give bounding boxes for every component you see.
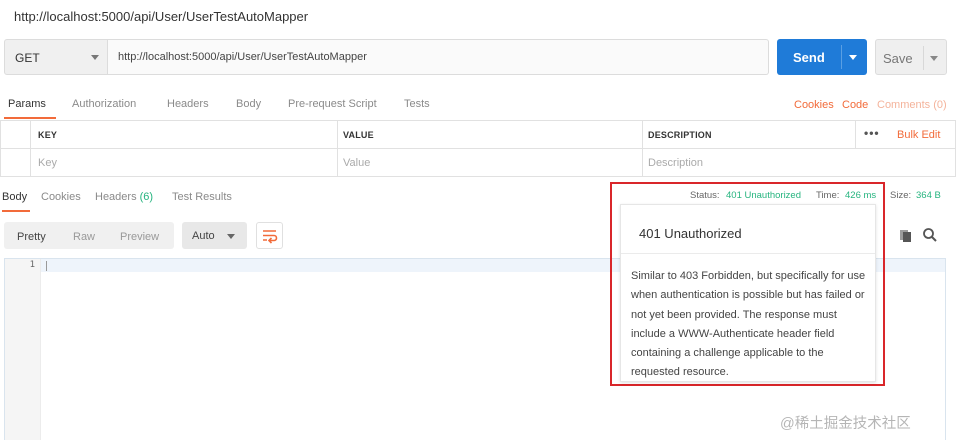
text-cursor	[46, 261, 47, 271]
response-headers-label: Headers	[95, 191, 137, 203]
value-header: VALUE	[343, 130, 374, 140]
send-divider	[841, 45, 842, 69]
value-input[interactable]: Value	[343, 157, 370, 169]
bulk-edit-link[interactable]: Bulk Edit	[897, 129, 940, 141]
format-type-dropdown[interactable]: Auto	[182, 222, 247, 249]
wrap-lines-button[interactable]	[256, 222, 283, 249]
more-options-icon[interactable]: •••	[864, 126, 880, 140]
tab-test-results[interactable]: Test Results	[172, 191, 232, 203]
save-divider	[923, 46, 924, 70]
method-dropdown[interactable]: GET	[4, 39, 108, 75]
wrap-icon	[263, 230, 278, 244]
tab-headers[interactable]: Headers	[167, 98, 209, 110]
chevron-down-icon	[91, 55, 99, 60]
size-label: Size:	[890, 190, 912, 201]
size-value-text: 364 B	[916, 190, 941, 201]
chevron-down-icon	[227, 234, 235, 239]
tab-authorization[interactable]: Authorization	[72, 98, 136, 110]
key-header: KEY	[38, 130, 58, 140]
tab-pre-request-script[interactable]: Pre-request Script	[288, 98, 377, 110]
save-button[interactable]: Save	[875, 39, 947, 75]
column-divider	[337, 121, 338, 177]
tooltip-title: 401 Unauthorized	[639, 226, 742, 241]
active-response-tab-indicator	[2, 210, 30, 212]
search-icon[interactable]	[922, 227, 938, 243]
chevron-down-icon[interactable]	[930, 56, 938, 61]
comments-link[interactable]: Comments (0)	[877, 99, 947, 111]
preview-button[interactable]: Preview	[120, 231, 159, 243]
request-title: http://localhost:5000/api/User/UserTestA…	[14, 9, 309, 24]
tab-tests[interactable]: Tests	[404, 98, 430, 110]
column-divider	[855, 121, 856, 149]
url-input[interactable]: http://localhost:5000/api/User/UserTestA…	[108, 39, 769, 75]
raw-button[interactable]: Raw	[73, 231, 95, 243]
tab-response-body[interactable]: Body	[2, 191, 27, 203]
tab-response-headers[interactable]: Headers (6)	[95, 191, 153, 203]
copy-icon[interactable]	[898, 227, 914, 243]
send-label: Send	[793, 50, 825, 65]
tab-body[interactable]: Body	[236, 98, 261, 110]
headers-count: (6)	[139, 191, 154, 203]
params-table	[0, 120, 956, 177]
method-label: GET	[15, 51, 40, 65]
pretty-button[interactable]: Pretty	[17, 231, 46, 243]
chevron-down-icon[interactable]	[849, 55, 857, 60]
description-header: DESCRIPTION	[648, 130, 712, 140]
cookies-link[interactable]: Cookies	[794, 99, 834, 111]
column-divider	[30, 121, 31, 177]
status-tooltip: 401 Unauthorized Similar to 403 Forbidde…	[620, 204, 876, 382]
tab-response-cookies[interactable]: Cookies	[41, 191, 81, 203]
column-divider	[642, 121, 643, 177]
tooltip-divider	[621, 253, 875, 254]
format-type-label: Auto	[192, 230, 215, 242]
tab-params[interactable]: Params	[8, 98, 46, 110]
key-input[interactable]: Key	[38, 157, 57, 169]
size-value[interactable]: 364 B	[916, 190, 941, 201]
send-button[interactable]: Send	[777, 39, 867, 75]
params-header-row	[1, 121, 955, 149]
url-text: http://localhost:5000/api/User/UserTestA…	[118, 51, 367, 63]
code-link[interactable]: Code	[842, 99, 868, 111]
tooltip-body: Similar to 403 Forbidden, but specifical…	[631, 270, 866, 379]
active-tab-indicator	[4, 117, 56, 119]
description-input[interactable]: Description	[648, 157, 703, 169]
line-gutter: 1	[5, 259, 41, 440]
watermark: @稀土掘金技术社区	[780, 416, 911, 432]
line-number: 1	[29, 260, 35, 270]
status-tooltip-highlight: 401 Unauthorized Similar to 403 Forbidde…	[610, 182, 885, 386]
save-label: Save	[883, 51, 913, 66]
